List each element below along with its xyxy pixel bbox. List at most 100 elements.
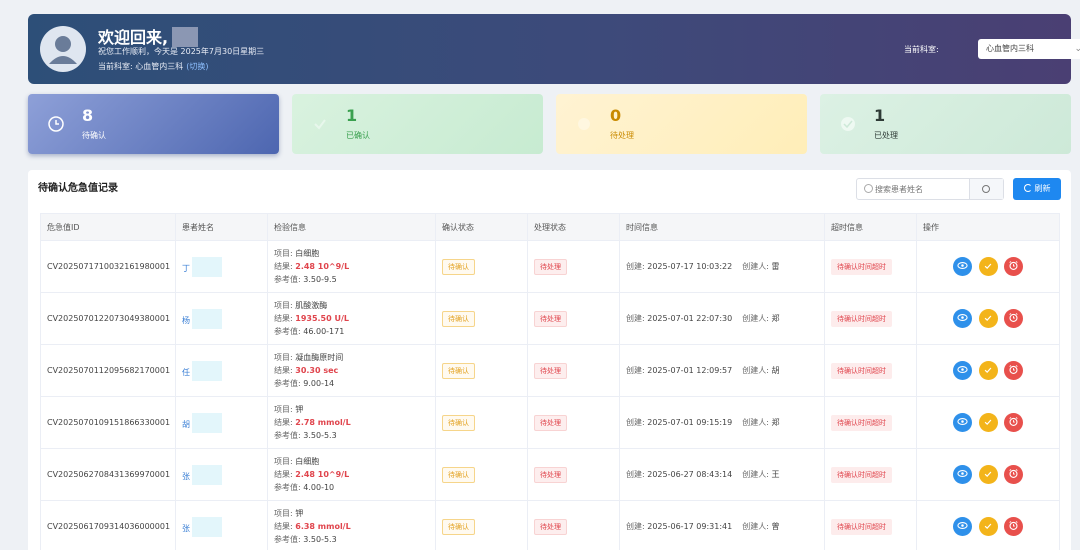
stat-card-pending-confirm[interactable]: 8 待确认 — [28, 94, 279, 154]
table-row: CV2025070122073049380001 杨 项目: 肌酸激酶 结果: … — [40, 292, 1060, 345]
creator-name: 郑 — [771, 314, 780, 323]
record-id: CV2025061709314036000001 — [40, 500, 176, 550]
test-item: 凝血酶原时间 — [295, 353, 344, 362]
pending-icon — [578, 118, 590, 130]
creator-name: 郑 — [771, 418, 780, 427]
created-time: 2025-07-01 12:09:57 — [647, 366, 733, 375]
view-button[interactable] — [952, 361, 972, 380]
view-button[interactable] — [952, 309, 972, 328]
view-button[interactable] — [952, 465, 972, 484]
process-status-cell: 待处理 — [527, 240, 620, 293]
confirm-button[interactable] — [978, 413, 998, 432]
check-icon — [984, 523, 992, 529]
col-header: 操作 — [916, 213, 1060, 241]
record-id: CV2025071710032161980001 — [40, 240, 176, 293]
check-icon — [984, 263, 992, 269]
test-item: 钾 — [295, 509, 304, 518]
table-row: CV2025061709314036000001 张 项目: 钾 结果: 6.3… — [40, 500, 1060, 550]
welcome-title: 欢迎回来, — [98, 24, 199, 48]
confirm-button[interactable] — [978, 257, 998, 276]
patient-name[interactable]: 杨 — [175, 292, 268, 345]
patient-name-mask — [192, 516, 222, 537]
confirm-button[interactable] — [978, 465, 998, 484]
confirm-status-cell: 待确认 — [435, 292, 528, 345]
created-time: 2025-07-01 22:07:30 — [647, 314, 733, 323]
col-header: 超时信息 — [824, 213, 917, 241]
alarm-button[interactable] — [1004, 517, 1024, 536]
stat-value: 1 — [346, 106, 358, 125]
check-icon — [984, 367, 992, 373]
test-result: 30.30 sec — [295, 366, 339, 375]
user-icon — [49, 36, 77, 64]
col-header: 检验信息 — [267, 213, 436, 241]
confirm-status-badge: 待确认 — [442, 258, 475, 275]
test-result: 6.38 mmol/L — [295, 522, 351, 531]
view-button[interactable] — [952, 257, 972, 276]
process-status-cell: 待处理 — [527, 292, 620, 345]
greeting-text: 祝您工作顺利，今天是 2025年7月30日星期三 — [98, 47, 265, 56]
dept-select-label: 当前科室: — [904, 45, 939, 54]
alarm-button[interactable] — [1004, 257, 1024, 276]
panel-title: 待确认危急值记录 — [38, 183, 118, 194]
confirm-button[interactable] — [978, 517, 998, 536]
time-info: 创建: 2025-07-17 10:03:22 创建人: 雷 — [619, 240, 825, 293]
alarm-clock-icon — [1009, 417, 1018, 426]
refresh-button[interactable]: 刷新 — [1013, 178, 1061, 200]
record-id: CV2025070112095682170001 — [40, 344, 176, 397]
test-ref-range: 3.50-9.5 — [303, 275, 337, 284]
search-input[interactable] — [875, 182, 970, 196]
patient-name[interactable]: 任 — [175, 344, 268, 397]
process-status-cell: 待处理 — [527, 448, 620, 501]
confirm-button[interactable] — [978, 309, 998, 328]
stat-value: 1 — [874, 106, 886, 125]
test-info: 项目: 钾 结果: 6.38 mmol/L 参考值: 3.50-5.3 — [267, 500, 436, 550]
stat-card-processed[interactable]: 1 已处理 — [820, 94, 1071, 154]
alarm-button[interactable] — [1004, 413, 1024, 432]
patient-name[interactable]: 张 — [175, 448, 268, 501]
col-header: 时间信息 — [619, 213, 825, 241]
patient-name-mask — [192, 464, 222, 485]
confirm-button[interactable] — [978, 361, 998, 380]
timeout-cell: 待确认时间超时 — [824, 344, 917, 397]
test-info: 项目: 白细胞 结果: 2.48 10^9/L 参考值: 4.00-10 — [267, 448, 436, 501]
alarm-button[interactable] — [1004, 361, 1024, 380]
test-item: 白细胞 — [295, 249, 320, 258]
alarm-button[interactable] — [1004, 465, 1024, 484]
stat-label: 待确认 — [82, 131, 106, 140]
time-info: 创建: 2025-06-17 09:31:41 创建人: 曾 — [619, 500, 825, 550]
actions-cell — [916, 240, 1060, 293]
clock-icon — [48, 116, 64, 132]
table-row: CV2025071710032161980001 丁 项目: 白细胞 结果: 2… — [40, 240, 1060, 293]
eye-icon — [957, 522, 968, 529]
view-button[interactable] — [952, 517, 972, 536]
confirm-status-cell: 待确认 — [435, 396, 528, 449]
process-status-badge: 待处理 — [534, 362, 567, 379]
alarm-button[interactable] — [1004, 309, 1024, 328]
table-header: 危急值ID 患者姓名 检验信息 确认状态 处理状态 时间信息 超时信息 操作 — [40, 213, 1060, 241]
test-result: 2.48 10^9/L — [295, 262, 350, 271]
test-info: 项目: 肌酸激酶 结果: 1935.50 U/L 参考值: 46.00-171 — [267, 292, 436, 345]
test-item: 肌酸激酶 — [295, 301, 328, 310]
confirm-status-badge: 待确认 — [442, 414, 475, 431]
stat-card-pending-process[interactable]: 0 待处理 — [556, 94, 807, 154]
switch-dept-link[interactable]: (切换) — [186, 62, 208, 71]
stat-value: 0 — [610, 106, 622, 125]
search-box — [856, 178, 1004, 200]
test-ref-range: 46.00-171 — [303, 327, 345, 336]
test-result: 2.78 mmol/L — [295, 418, 351, 427]
patient-name[interactable]: 张 — [175, 500, 268, 550]
patient-name[interactable]: 丁 — [175, 240, 268, 293]
patient-name-mask — [192, 308, 222, 329]
welcome-banner: 欢迎回来, 祝您工作顺利，今天是 2025年7月30日星期三 当前科室: 心血管… — [28, 14, 1080, 84]
actions-cell — [916, 292, 1060, 345]
process-status-badge: 待处理 — [534, 310, 567, 327]
test-info: 项目: 钾 结果: 2.78 mmol/L 参考值: 3.50-5.3 — [267, 396, 436, 449]
stat-label: 已处理 — [874, 131, 898, 140]
dept-select[interactable]: 心血管内三科 ⌄ — [978, 39, 1080, 59]
process-status-cell: 待处理 — [527, 396, 620, 449]
patient-name[interactable]: 胡 — [175, 396, 268, 449]
stat-card-confirmed[interactable]: 1 已确认 — [292, 94, 543, 154]
view-button[interactable] — [952, 413, 972, 432]
search-button[interactable] — [969, 179, 1003, 199]
confirm-status-badge: 待确认 — [442, 518, 475, 535]
